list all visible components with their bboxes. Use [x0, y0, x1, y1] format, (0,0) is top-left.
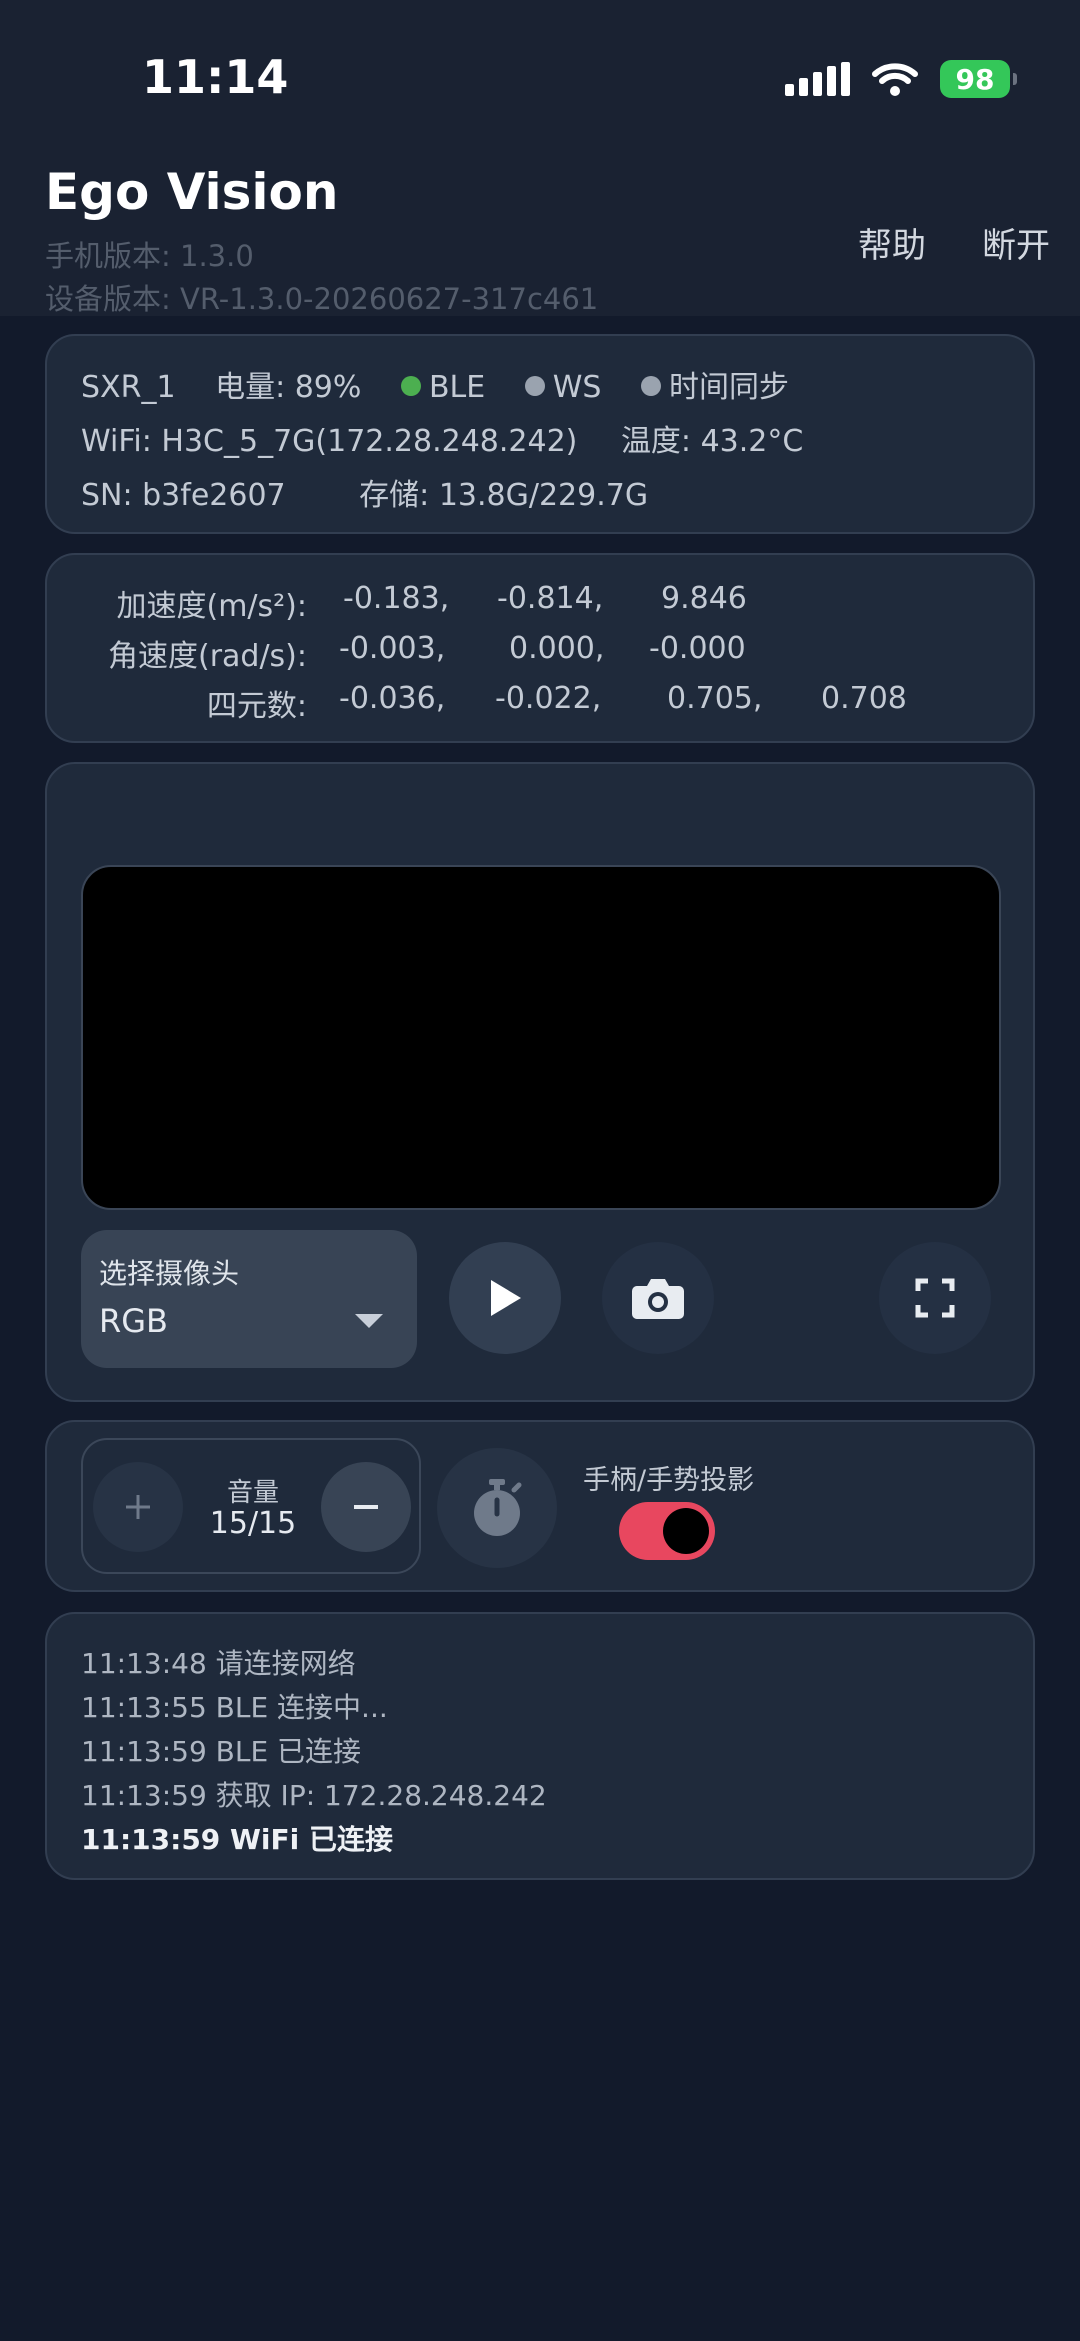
storage-row: SN: b3fe2607 存储: 13.8G/229.7G: [81, 470, 648, 514]
device-version: 设备版本: VR-1.3.0-20260627-317c461: [45, 282, 599, 316]
video-card: 选择摄像头 RGB: [45, 762, 1035, 1402]
device-info-card: SXR_1 电量: 89% BLE WS 时间同步 WiFi: H3C_5_7G…: [45, 334, 1035, 534]
log-line: 11:13:48 请连接网络: [81, 1647, 356, 1680]
snapshot-button[interactable]: [602, 1242, 714, 1354]
volume-label: 音量: [226, 1478, 279, 1508]
camera-select[interactable]: 选择摄像头 RGB: [81, 1230, 417, 1368]
gyro-label: 角速度(rad/s):: [107, 639, 307, 674]
battery-icon: 98: [940, 60, 1017, 98]
ble-status-dot: [400, 375, 421, 396]
log-line: 11:13:59 获取 IP: 172.28.248.242: [81, 1779, 547, 1812]
app-title: Ego Vision: [45, 163, 339, 221]
video-preview[interactable]: [81, 865, 1001, 1210]
accel-x: -0.183,: [343, 581, 450, 616]
quat-z: 0.708: [821, 681, 907, 716]
cellular-signal-icon: [785, 62, 850, 96]
gesture-projection-toggle[interactable]: [619, 1502, 715, 1560]
camera-icon: [632, 1279, 684, 1319]
gesture-projection-label: 手柄/手势投影: [583, 1465, 755, 1496]
play-button[interactable]: [449, 1242, 561, 1354]
minus-icon: [354, 1505, 378, 1509]
status-time: 11:14: [142, 50, 289, 104]
network-row: WiFi: H3C_5_7G(172.28.248.242) 温度: 43.2°…: [81, 416, 803, 460]
quat-x: -0.022,: [495, 681, 602, 716]
log-line-latest: 11:13:59 WiFi 已连接: [81, 1823, 393, 1856]
accel-z: 9.846: [661, 581, 747, 616]
ble-label: BLE: [428, 370, 486, 405]
quat-row: 四元数: -0.036, -0.022, 0.705, 0.708: [47, 681, 1037, 724]
stopwatch-icon: [474, 1479, 522, 1536]
battery-level: 98: [955, 62, 995, 96]
phone-version: 手机版本: 1.3.0: [45, 239, 254, 273]
plus-icon: [126, 1495, 150, 1519]
volume-down-button[interactable]: [321, 1462, 411, 1552]
battery-level-text: 电量: 89%: [215, 370, 362, 405]
temperature: 温度: 43.2°C: [620, 424, 804, 459]
time-sync-status-dot: [641, 375, 662, 396]
wifi-info: WiFi: H3C_5_7G(172.28.248.242): [81, 424, 578, 459]
device-name: SXR_1: [81, 370, 176, 405]
quat-w: -0.036,: [339, 681, 446, 716]
accel-row: 加速度(m/s²): -0.183, -0.814, 9.846: [47, 581, 1037, 624]
accel-y: -0.814,: [497, 581, 604, 616]
wifi-icon: [872, 62, 918, 96]
imu-card: 加速度(m/s²): -0.183, -0.814, 9.846 角速度(rad…: [45, 553, 1035, 743]
help-button[interactable]: 帮助: [858, 218, 926, 267]
ws-label: WS: [552, 370, 602, 405]
device-status-row: SXR_1 电量: 89% BLE WS 时间同步: [81, 362, 789, 406]
fullscreen-icon: [915, 1278, 955, 1318]
fullscreen-button[interactable]: [879, 1242, 991, 1354]
log-line: 11:13:59 BLE 已连接: [81, 1735, 362, 1768]
toggle-knob: [663, 1508, 709, 1554]
quat-y: 0.705,: [667, 681, 763, 716]
volume-up-button[interactable]: [93, 1462, 183, 1552]
log-card: 11:13:48 请连接网络 11:13:55 BLE 连接中... 11:13…: [45, 1612, 1035, 1880]
disconnect-button[interactable]: 断开: [982, 218, 1050, 267]
controls-card: 音量 15/15 手柄/手势投影: [45, 1420, 1035, 1592]
storage: 存储: 13.8G/229.7G: [359, 478, 649, 513]
gyro-x: -0.003,: [339, 631, 446, 666]
quat-label: 四元数:: [206, 689, 307, 724]
accel-label: 加速度(m/s²):: [116, 589, 307, 624]
ws-status-dot: [524, 375, 545, 396]
serial-number: SN: b3fe2607: [81, 478, 286, 513]
gyro-z: -0.000: [649, 631, 746, 666]
camera-select-value: RGB: [99, 1302, 168, 1340]
timer-button[interactable]: [437, 1448, 557, 1568]
time-sync-label: 时间同步: [669, 370, 790, 405]
play-icon: [491, 1280, 521, 1316]
volume-value: 15/15: [209, 1506, 297, 1541]
gyro-row: 角速度(rad/s): -0.003, 0.000, -0.000: [47, 631, 1037, 674]
camera-select-label: 选择摄像头: [99, 1257, 240, 1290]
status-icons: 98: [785, 58, 1017, 100]
volume-control: 音量 15/15: [81, 1438, 421, 1574]
log-line: 11:13:55 BLE 连接中...: [81, 1691, 388, 1724]
gyro-y: 0.000,: [509, 631, 605, 666]
dropdown-arrow-icon: [355, 1314, 383, 1328]
